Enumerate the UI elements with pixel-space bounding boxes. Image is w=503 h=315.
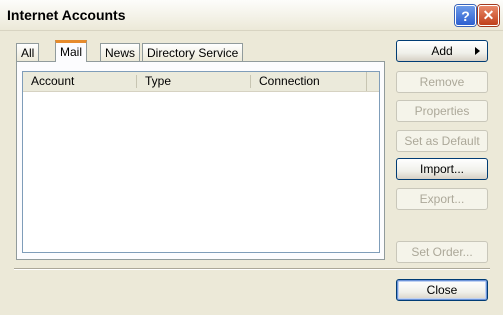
set-as-default-button-label: Set as Default [404, 134, 480, 148]
column-header-connection[interactable]: Connection [251, 72, 365, 91]
help-icon: ? [461, 7, 470, 24]
tab-all[interactable]: All [16, 43, 40, 61]
tab-label: Mail [60, 45, 83, 59]
export-button-label: Export... [419, 192, 465, 206]
remove-button-label: Remove [419, 75, 465, 89]
tab-label: All [21, 46, 35, 60]
arrow-right-icon [475, 47, 480, 55]
footer-separator [14, 268, 490, 270]
set-as-default-button[interactable]: Set as Default [396, 130, 488, 152]
tab-directory-service[interactable]: Directory Service [142, 43, 244, 61]
close-window-button[interactable]: ✕ [478, 5, 499, 26]
add-button[interactable]: Add [396, 40, 488, 62]
properties-button-label: Properties [414, 104, 470, 118]
close-button[interactable]: Close [396, 279, 488, 301]
add-button-label: Add [431, 44, 453, 58]
column-header-type[interactable]: Type [137, 72, 250, 91]
import-button[interactable]: Import... [396, 158, 488, 180]
set-order-button[interactable]: Set Order... [396, 241, 488, 263]
tab-panel: Account Type Connection [16, 61, 385, 260]
properties-button[interactable]: Properties [396, 100, 488, 122]
help-button[interactable]: ? [455, 5, 476, 26]
tab-news[interactable]: News [100, 43, 141, 61]
close-icon: ✕ [482, 7, 495, 23]
remove-button[interactable]: Remove [396, 71, 488, 93]
import-button-label: Import... [419, 162, 464, 176]
column-header-filler [366, 72, 379, 91]
tab-label: Directory Service [147, 46, 239, 60]
set-order-button-label: Set Order... [411, 245, 473, 259]
tab-label: News [105, 46, 136, 60]
export-button[interactable]: Export... [396, 188, 488, 210]
tab-mail[interactable]: Mail [55, 40, 88, 62]
window-title: Internet Accounts [7, 7, 126, 23]
column-header-account[interactable]: Account [23, 72, 136, 91]
title-bar[interactable]: Internet Accounts ? ✕ [0, 0, 503, 31]
list-header: Account Type Connection [23, 72, 379, 92]
accounts-list[interactable]: Account Type Connection [22, 71, 380, 253]
close-button-label: Close [426, 283, 458, 297]
